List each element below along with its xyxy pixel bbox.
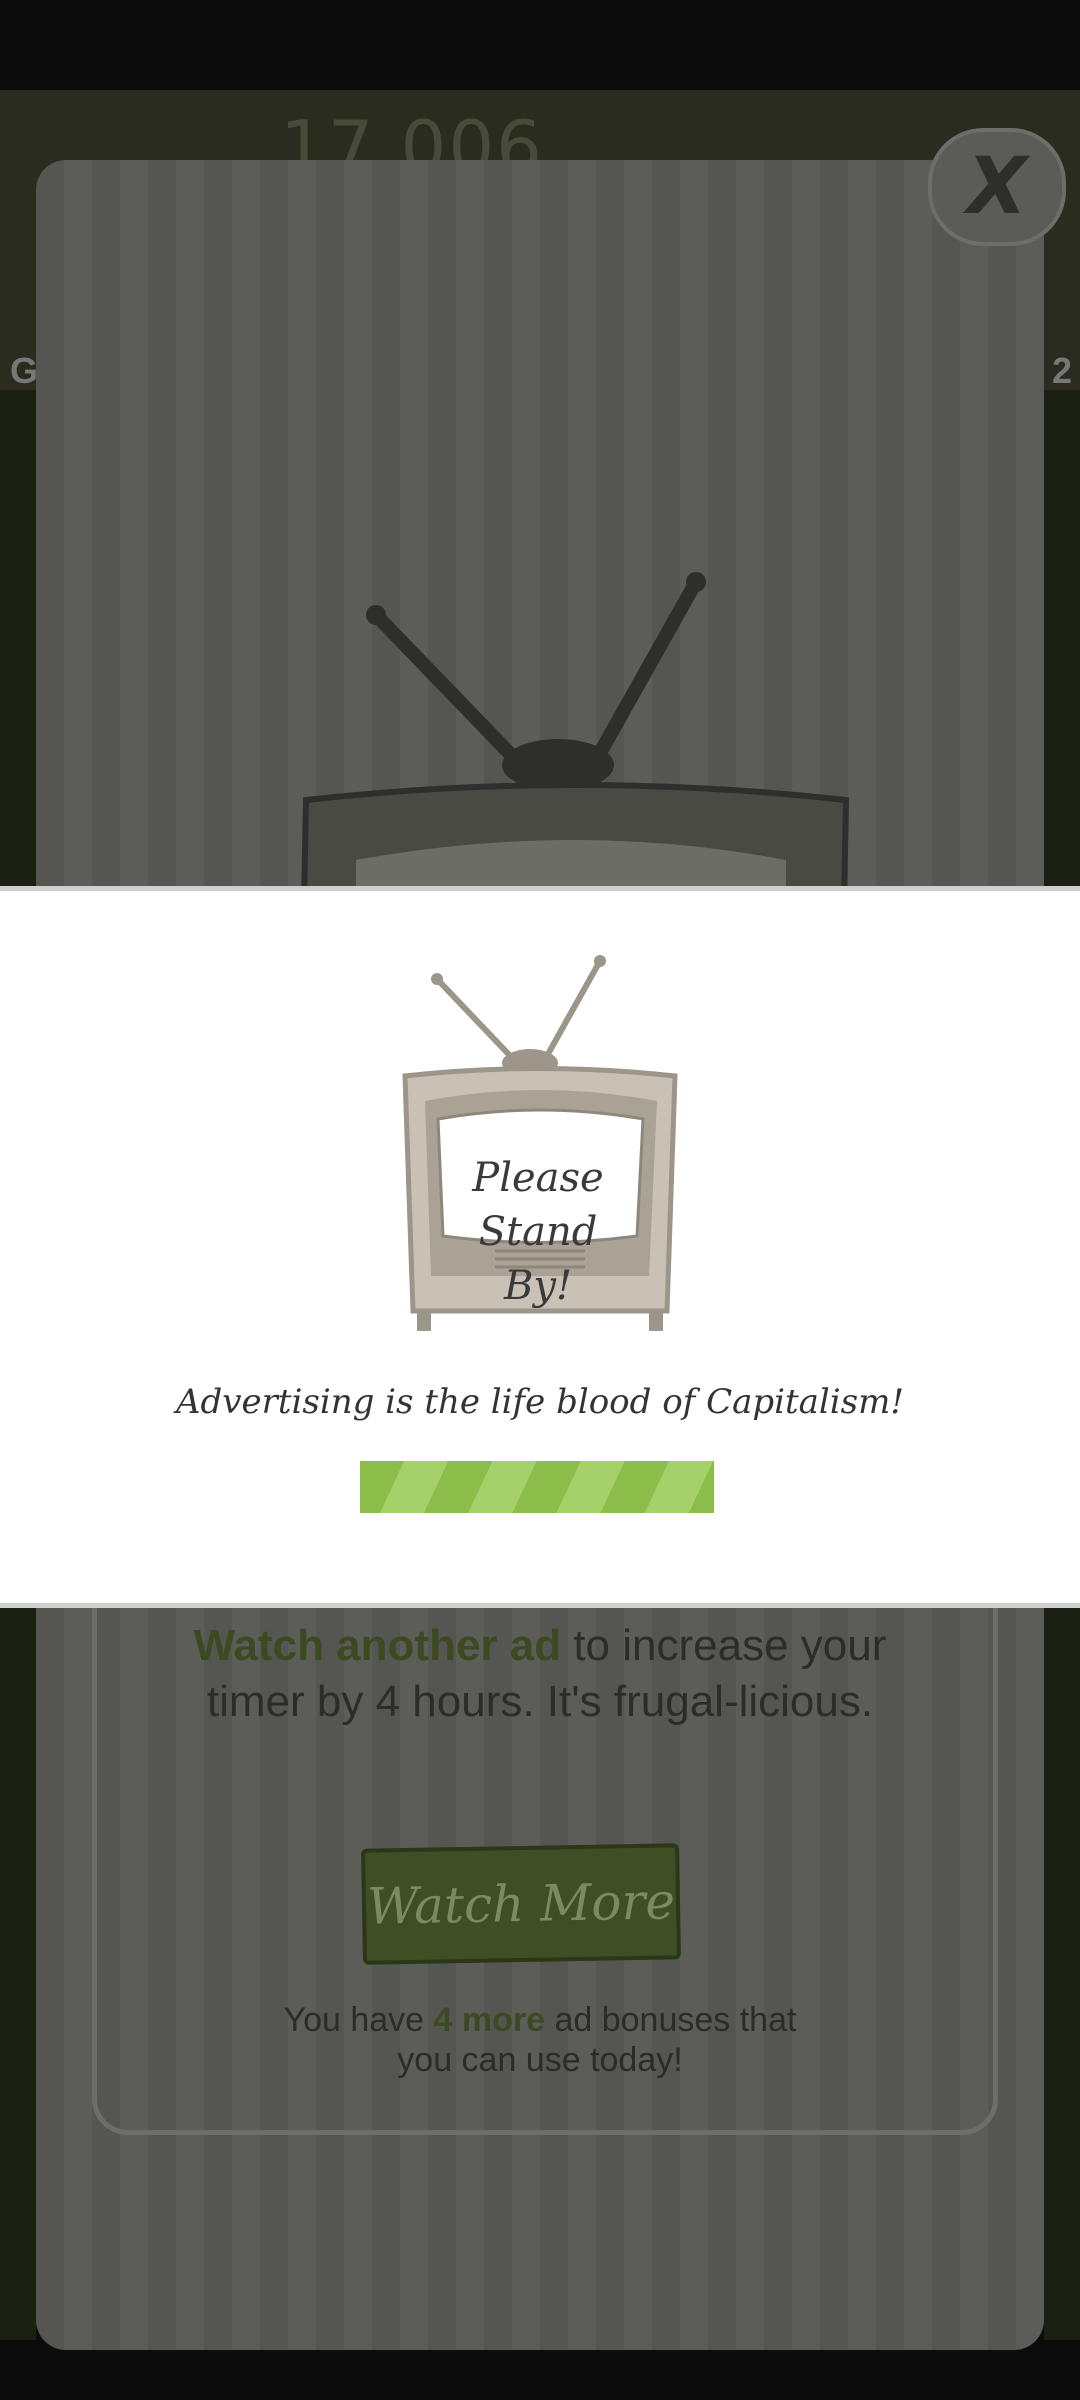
bonus-prefix: You have xyxy=(283,2001,434,2039)
promo-text: Watch another ad to increase your timer … xyxy=(170,1618,910,1730)
standby-line-1: Please xyxy=(472,1155,604,1201)
standby-message: Please Stand By! xyxy=(443,1151,633,1313)
standby-line-2: Stand By! xyxy=(478,1209,598,1309)
promo-highlight: Watch another ad xyxy=(193,1621,562,1670)
loading-progress-fill xyxy=(360,1461,714,1513)
loading-progress-bar xyxy=(360,1461,714,1513)
bonus-count: 4 more xyxy=(433,2001,546,2039)
watch-more-button[interactable]: Watch More xyxy=(361,1843,681,1965)
close-button[interactable]: X xyxy=(928,128,1066,246)
right-edge-label: 2 xyxy=(1052,350,1073,391)
bonus-info-text: You have 4 more ad bonuses that you can … xyxy=(280,2000,800,2080)
left-edge-label: G xyxy=(10,350,39,391)
tagline-text: Advertising is the life blood of Capital… xyxy=(175,1382,905,1422)
ad-loading-overlay: Please Stand By! Advertising is the life… xyxy=(0,886,1080,1608)
